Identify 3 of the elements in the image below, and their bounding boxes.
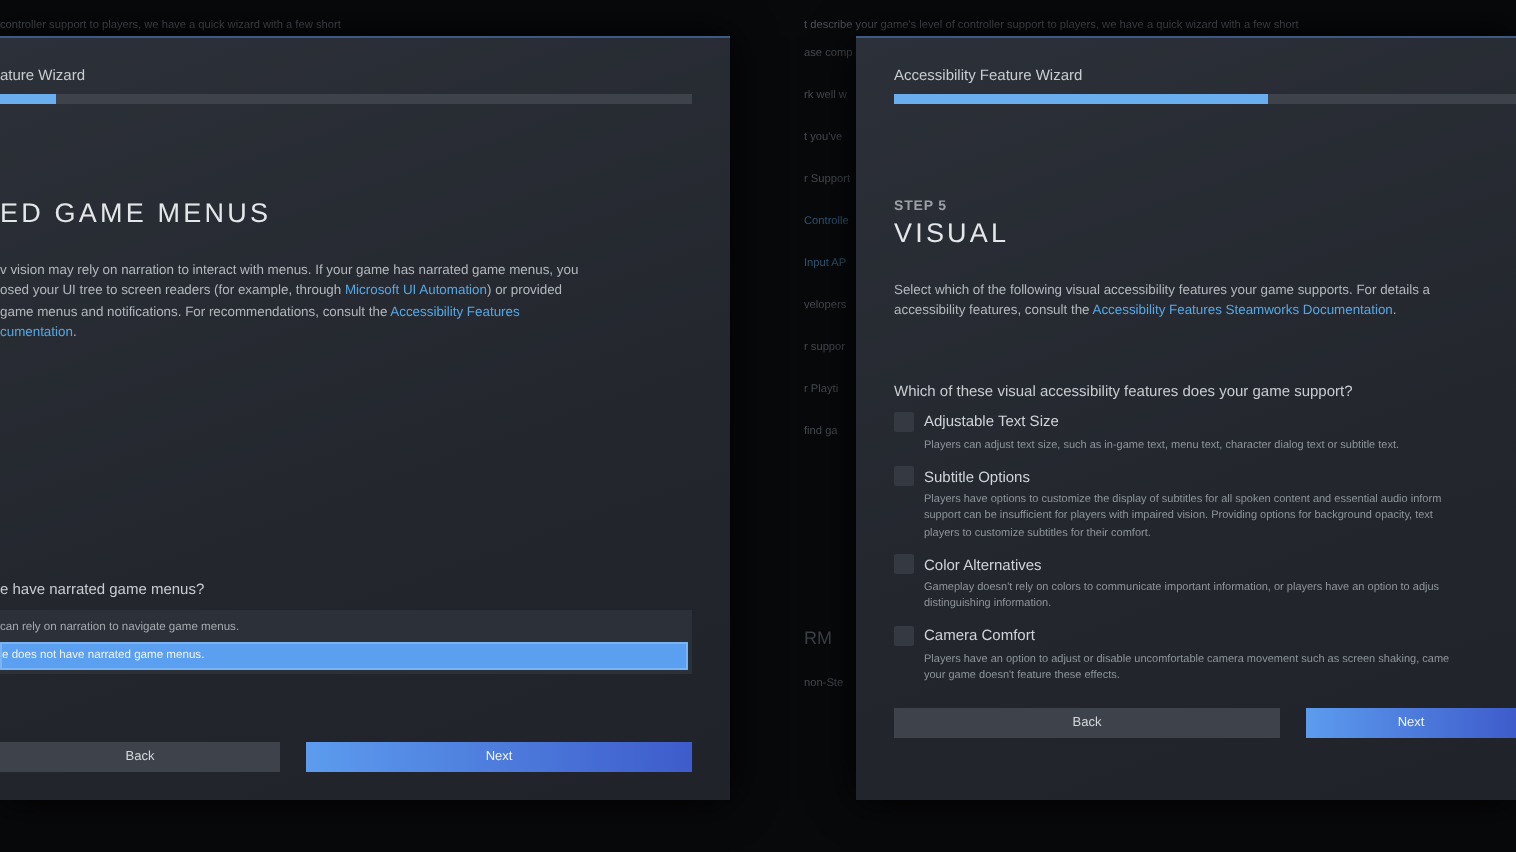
section-heading: ED GAME MENUS bbox=[0, 198, 274, 228]
background-text: RM bbox=[804, 628, 834, 648]
section-heading: VISUAL bbox=[894, 218, 1012, 248]
